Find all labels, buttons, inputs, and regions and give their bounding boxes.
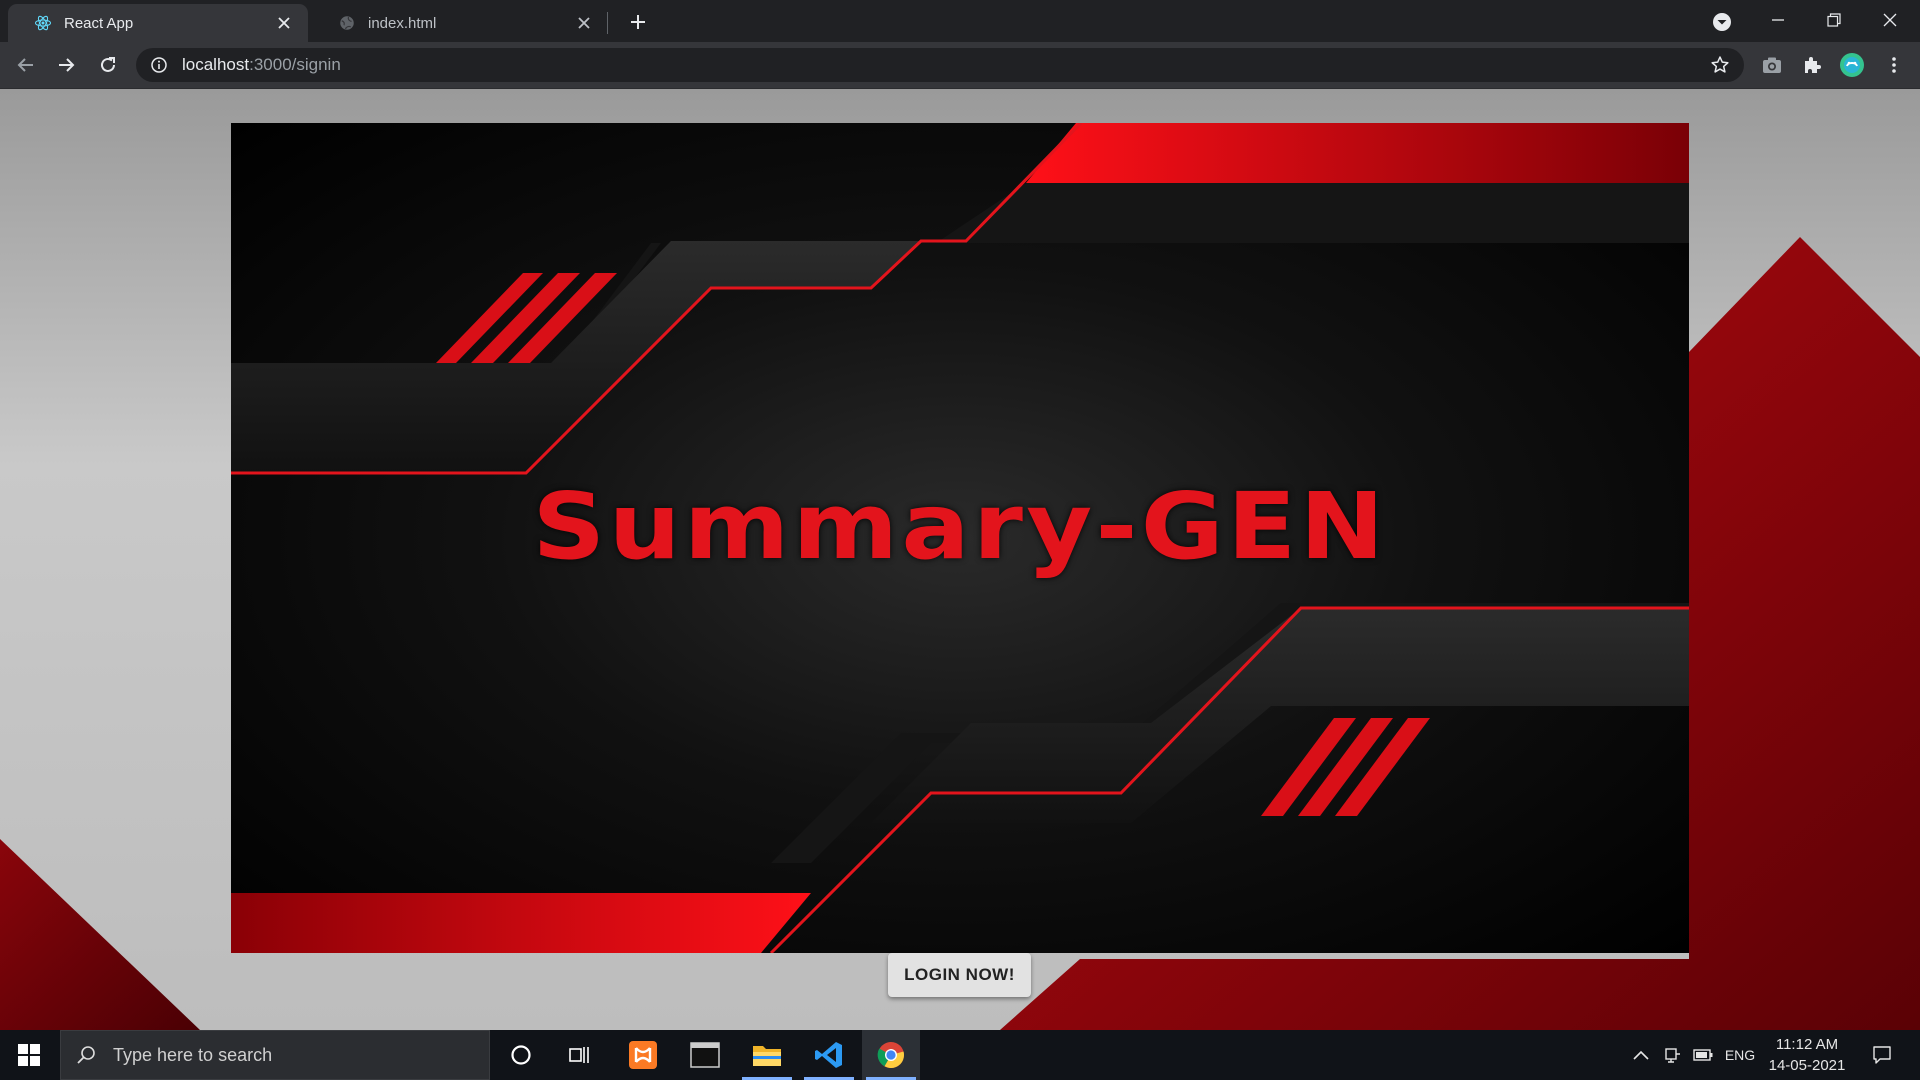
clock-time: 11:12 AM — [1775, 1036, 1839, 1053]
clock-date: 14-05-2021 — [1768, 1057, 1846, 1074]
login-now-button[interactable]: LOGIN NOW! — [888, 953, 1031, 997]
extensions-button[interactable] — [1796, 49, 1828, 81]
new-tab-button[interactable] — [624, 8, 652, 36]
forward-button[interactable] — [50, 49, 82, 81]
kebab-menu-icon — [1892, 57, 1896, 73]
browser-tab-bar: React App index.html — [0, 0, 1920, 42]
windows-taskbar: ENG 11:12 AM 14-05-2021 — [0, 1030, 1920, 1080]
task-view-icon — [569, 1047, 589, 1063]
bookmark-star-icon[interactable] — [1710, 55, 1730, 75]
vscode-app[interactable] — [800, 1030, 858, 1080]
tab-separator — [607, 12, 608, 34]
tab-index-html[interactable]: index.html — [312, 4, 608, 42]
url-path: :3000/signin — [249, 55, 341, 74]
windows-logo-icon — [18, 1044, 40, 1066]
plus-icon — [631, 15, 645, 29]
reload-icon — [101, 57, 115, 72]
language-label: ENG — [1724, 1047, 1756, 1063]
search-icon — [75, 1044, 97, 1066]
taskbar-search[interactable] — [60, 1030, 490, 1080]
react-icon — [34, 14, 52, 32]
search-input[interactable] — [111, 1043, 435, 1067]
xampp-app[interactable] — [614, 1030, 672, 1080]
file-explorer-app[interactable] — [738, 1030, 796, 1080]
network-icon — [1665, 1048, 1680, 1063]
chevron-up-icon — [1633, 1050, 1649, 1060]
screenshot-extension-button[interactable] — [1756, 49, 1788, 81]
chrome-app[interactable] — [862, 1030, 920, 1080]
tab-search-button[interactable] — [1708, 8, 1736, 36]
app-title: Summary-GEN — [532, 473, 1388, 580]
avatar-icon — [1840, 53, 1864, 77]
cortana-icon — [511, 1045, 531, 1065]
system-clock[interactable]: 11:12 AM 14-05-2021 — [1762, 1034, 1852, 1076]
action-center-button[interactable] — [1860, 1030, 1904, 1080]
url-text: localhost:3000/signin — [182, 55, 341, 75]
close-window-button[interactable] — [1862, 0, 1918, 40]
battery-status[interactable] — [1688, 1030, 1718, 1080]
chrome-menu-button[interactable] — [1878, 49, 1910, 81]
tab-react-app[interactable]: React App — [8, 4, 308, 42]
reload-button[interactable] — [92, 49, 124, 81]
vscode-icon — [815, 1042, 842, 1068]
chevron-down-icon — [1713, 13, 1731, 31]
hero-banner: Summary-GEN — [231, 123, 1689, 953]
terminal-icon — [690, 1042, 720, 1068]
info-icon[interactable] — [150, 56, 168, 74]
back-arrow-icon — [17, 58, 33, 72]
xampp-icon — [629, 1041, 657, 1069]
battery-icon — [1693, 1049, 1713, 1061]
tab-title: React App — [64, 14, 134, 32]
browser-toolbar: localhost:3000/signin — [0, 42, 1920, 89]
task-view-button[interactable] — [550, 1030, 608, 1080]
restore-button[interactable] — [1806, 0, 1862, 40]
terminal-app[interactable] — [676, 1030, 734, 1080]
close-tab-icon[interactable] — [574, 13, 594, 33]
show-hidden-icons-button[interactable] — [1624, 1030, 1658, 1080]
cortana-button[interactable] — [492, 1030, 550, 1080]
back-button[interactable] — [10, 49, 42, 81]
minimize-button[interactable] — [1750, 0, 1806, 40]
tab-title: index.html — [368, 14, 437, 32]
close-tab-icon[interactable] — [274, 13, 294, 33]
globe-icon — [338, 14, 356, 32]
forward-arrow-icon — [59, 58, 75, 72]
notification-icon — [1873, 1046, 1891, 1064]
chrome-icon — [877, 1042, 904, 1069]
address-bar[interactable]: localhost:3000/signin — [136, 48, 1744, 82]
input-language[interactable]: ENG — [1720, 1030, 1760, 1080]
network-status[interactable] — [1658, 1030, 1688, 1080]
file-explorer-icon — [753, 1046, 781, 1066]
start-button[interactable] — [0, 1030, 58, 1080]
profile-avatar[interactable] — [1836, 49, 1868, 81]
camera-icon — [1763, 57, 1781, 73]
url-host: localhost — [182, 55, 250, 74]
puzzle-icon — [1805, 57, 1821, 73]
page-viewport: Summary-GEN LOGIN NOW! — [0, 89, 1920, 1030]
